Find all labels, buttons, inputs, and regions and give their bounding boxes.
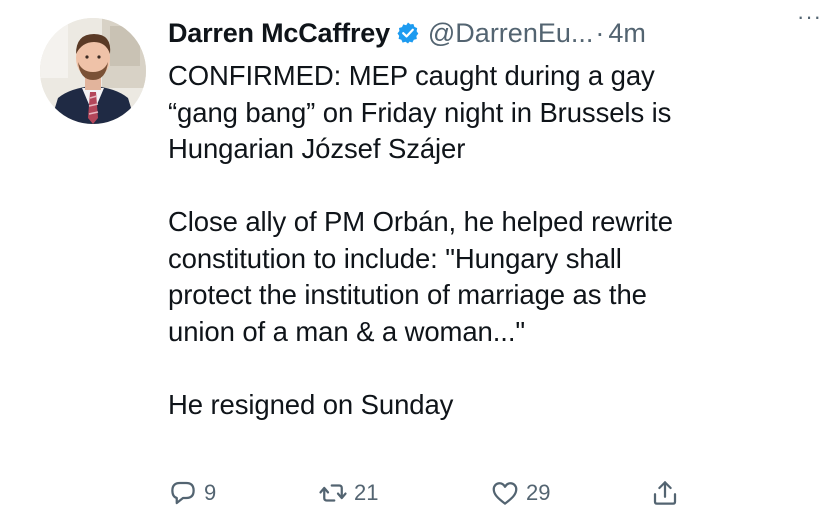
avatar[interactable] (40, 18, 146, 124)
more-icon[interactable]: ··· (797, 4, 822, 30)
tweet-line: union of a man & a woman..." (168, 315, 526, 347)
tweet-line: CONFIRMED: MEP caught during a gay (168, 60, 655, 91)
tweet-line: Close ally of PM Orbán, he helped rewrit… (168, 206, 673, 237)
tweet-header: Darren McCaffrey @DarrenEu... · 4m (168, 15, 808, 51)
action-bar: 9 21 29 (168, 478, 708, 518)
reply-button[interactable]: 9 (168, 478, 216, 508)
author-name[interactable]: Darren McCaffrey (168, 18, 390, 49)
share-button[interactable] (650, 478, 680, 508)
retweet-icon (319, 484, 347, 502)
verified-badge-icon (396, 21, 420, 45)
reply-count: 9 (204, 480, 217, 505)
tweet[interactable]: Darren McCaffrey @DarrenEu... · 4m ··· C… (0, 0, 828, 532)
timestamp[interactable]: 4m (608, 18, 646, 49)
share-icon (653, 481, 677, 505)
author-handle[interactable]: @DarrenEu... (428, 18, 593, 49)
line-break (168, 350, 808, 387)
like-button[interactable]: 29 (490, 478, 550, 508)
retweet-button[interactable]: 21 (318, 478, 378, 508)
tweet-line: Hungarian József Szájer (168, 133, 466, 164)
separator-dot: · (595, 17, 605, 48)
tweet-line: He resigned on Sunday (168, 388, 454, 420)
avatar-image (40, 18, 146, 124)
tweet-text: CONFIRMED: MEP caught during a gay “gang… (168, 58, 808, 423)
like-count: 29 (526, 480, 551, 505)
tweet-line: protect the institution of marriage as t… (168, 279, 647, 310)
like-icon (492, 482, 518, 505)
reply-icon (171, 481, 195, 505)
tweet-line: constitution to include: "Hungary shall (168, 242, 622, 274)
retweet-count: 21 (354, 480, 379, 505)
tweet-line: “gang bang” on Friday night in Brussels … (168, 96, 672, 128)
line-break (168, 168, 808, 205)
